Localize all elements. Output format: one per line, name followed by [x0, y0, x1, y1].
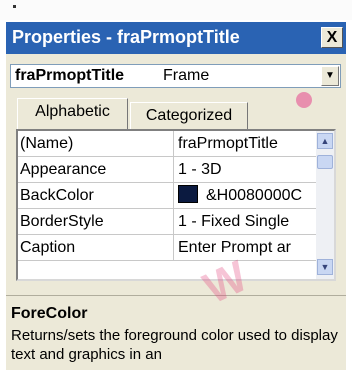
object-selector[interactable]: fraPrmoptTitle Frame ▼: [10, 64, 341, 88]
description-text: Returns/sets the foreground color used t…: [11, 327, 338, 363]
property-grid: (Name) fraPrmoptTitle Appearance 1 - 3D …: [16, 129, 336, 281]
property-row[interactable]: BackColor &H0080000C: [18, 183, 318, 209]
property-value[interactable]: 1 - Fixed Single: [178, 209, 318, 234]
object-name: fraPrmoptTitle: [15, 67, 125, 84]
property-row[interactable]: BorderStyle 1 - Fixed Single: [18, 209, 318, 235]
tab-alphabetic[interactable]: Alphabetic: [17, 98, 128, 129]
top-edge: [0, 0, 352, 20]
property-name: Caption: [18, 235, 174, 260]
close-button[interactable]: X: [321, 27, 343, 48]
property-name: Appearance: [18, 157, 174, 182]
scroll-down-icon[interactable]: ▼: [317, 259, 333, 275]
property-value-text: &H0080000C: [206, 187, 303, 204]
window-titlebar[interactable]: Properties - fraPrmoptTitle X: [6, 22, 346, 54]
window-title: Properties - fraPrmoptTitle: [12, 27, 240, 47]
property-row[interactable]: (Name) fraPrmoptTitle: [18, 131, 318, 157]
marker-dot: [13, 5, 16, 8]
scroll-thumb[interactable]: [317, 155, 333, 169]
description-title: ForeColor: [11, 305, 88, 322]
property-value[interactable]: Enter Prompt ar: [178, 235, 318, 260]
splitter[interactable]: [6, 285, 346, 296]
properties-panel: fraPrmoptTitle Frame ▼ Alphabetic Catego…: [6, 54, 346, 285]
tab-categorized[interactable]: Categorized: [130, 102, 248, 130]
description-pane: ForeColor Returns/sets the foreground co…: [6, 296, 346, 370]
property-name: BorderStyle: [18, 209, 174, 234]
vertical-scrollbar[interactable]: ▲ ▼: [316, 131, 334, 279]
scroll-up-icon[interactable]: ▲: [317, 133, 333, 149]
property-value[interactable]: fraPrmoptTitle: [178, 131, 318, 156]
property-name: (Name): [18, 131, 174, 156]
chevron-down-icon[interactable]: ▼: [321, 66, 339, 86]
property-row[interactable]: Caption Enter Prompt ar: [18, 235, 318, 261]
property-value[interactable]: 1 - 3D: [178, 157, 318, 182]
property-name: BackColor: [18, 183, 174, 208]
color-swatch: [178, 185, 198, 203]
property-value[interactable]: &H0080000C: [178, 183, 318, 208]
property-row[interactable]: Appearance 1 - 3D: [18, 157, 318, 183]
object-type: Frame: [163, 67, 210, 84]
